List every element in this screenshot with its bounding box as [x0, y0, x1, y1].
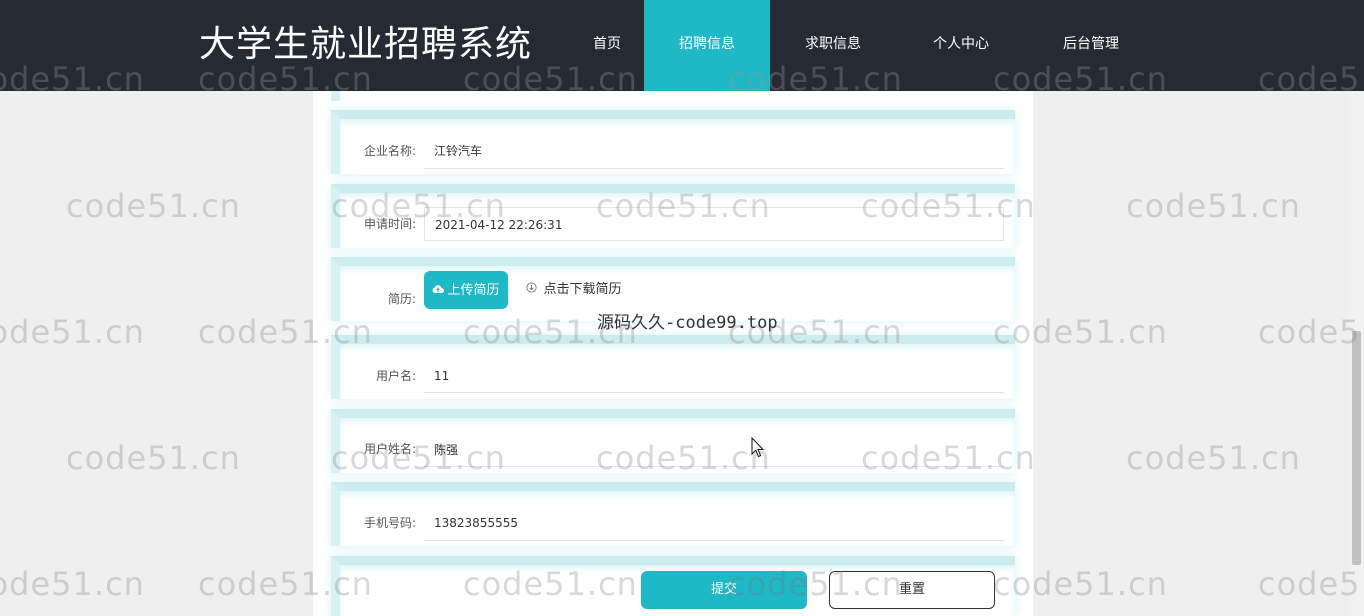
mouse-pointer-icon: [751, 436, 765, 462]
reset-button[interactable]: 重置: [829, 571, 995, 609]
watermark: code51.cn: [0, 565, 145, 603]
username-value: 11: [434, 369, 450, 383]
form-row-resume: 简历: 上传简历 点击下载简历: [331, 257, 1015, 321]
watermark: code51.cn: [1126, 187, 1301, 225]
nav-admin[interactable]: 后台管理: [1028, 0, 1154, 91]
form-row-username: 用户名: 11: [331, 335, 1015, 399]
resume-label: 简历:: [387, 292, 416, 306]
cloud-upload-icon: [432, 271, 445, 309]
realname-label: 用户姓名:: [363, 442, 416, 456]
nav-job-postings[interactable]: 招聘信息: [644, 0, 770, 91]
phone-field[interactable]: 13823855555: [424, 507, 1004, 541]
nav-personal-center[interactable]: 个人中心: [898, 0, 1024, 91]
row-decoration: [331, 91, 340, 101]
site-brand: 大学生就业招聘系统: [199, 24, 533, 65]
upload-resume-button[interactable]: 上传简历: [424, 271, 508, 309]
realname-field[interactable]: 陈强: [424, 433, 1004, 467]
download-circle-icon: [526, 282, 541, 296]
apply-time-label: 申请时间:: [363, 217, 416, 231]
phone-value: 13823855555: [434, 516, 518, 530]
form-row-apply-time: 申请时间: 2021-04-12 22:26:31: [331, 184, 1015, 248]
download-resume-link[interactable]: 点击下载简历: [526, 280, 622, 300]
watermark: code51.cn: [66, 439, 241, 477]
form-row-realname: 用户姓名: 陈强: [331, 409, 1015, 473]
watermark: code51.cn: [0, 313, 145, 351]
submit-button[interactable]: 提交: [641, 571, 807, 609]
page-scrollbar[interactable]: [1349, 91, 1364, 616]
download-resume-label: 点击下载简历: [543, 282, 622, 297]
nav-job-seeking[interactable]: 求职信息: [770, 0, 896, 91]
scrollbar-thumb[interactable]: [1352, 331, 1361, 565]
form-row-company: 企业名称: 江铃汽车: [331, 110, 1015, 174]
watermark: code51.cn: [66, 187, 241, 225]
apply-time-value: 2021-04-12 22:26:31: [435, 218, 563, 232]
company-value: 江铃汽车: [434, 144, 483, 158]
company-field[interactable]: 江铃汽车: [424, 135, 1004, 169]
top-navbar: 大学生就业招聘系统 首页 招聘信息 求职信息 个人中心 后台管理: [0, 0, 1364, 91]
realname-value: 陈强: [434, 443, 459, 457]
apply-time-field[interactable]: 2021-04-12 22:26:31: [424, 207, 1004, 241]
watermark: code51.cn: [1126, 439, 1301, 477]
form-row-phone: 手机号码: 13823855555: [331, 482, 1015, 546]
username-field[interactable]: 11: [424, 359, 1004, 393]
upload-resume-label: 上传简历: [447, 283, 500, 298]
phone-label: 手机号码:: [363, 516, 416, 530]
username-label: 用户名:: [375, 369, 416, 383]
company-label: 企业名称:: [363, 144, 416, 158]
